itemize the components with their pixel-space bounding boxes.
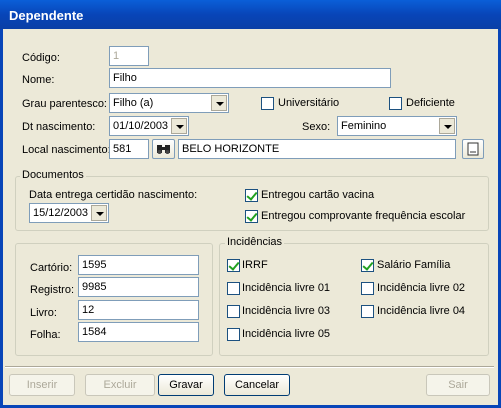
dt-nascimento-picker[interactable]: 01/10/2003 (109, 116, 189, 136)
divider (5, 366, 494, 368)
registro-field[interactable]: 9985 (78, 277, 199, 297)
gravar-button[interactable]: Gravar (158, 374, 214, 396)
data-entrega-picker[interactable]: 15/12/2003 (29, 203, 109, 223)
irrf-checkbox[interactable] (227, 259, 240, 272)
chevron-down-icon[interactable] (211, 95, 227, 111)
binoculars-icon (157, 145, 170, 154)
codigo-label: Código: (22, 52, 60, 64)
sexo-label: Sexo: (302, 121, 331, 133)
sexo-select[interactable]: Feminino (337, 116, 457, 136)
registro-label: Registro: (30, 284, 75, 296)
window-title: Dependente (0, 0, 501, 29)
incidencia-livre-01-label: Incidência livre 01 (242, 282, 331, 294)
dt-nascimento-label: Dt nascimento: (22, 121, 96, 133)
incidencia-livre-05-label: Incidência livre 05 (242, 328, 331, 340)
incidencia-livre-02-checkbox[interactable] (361, 282, 374, 295)
salario-familia-label: Salário Família (377, 259, 451, 271)
data-entrega-value: 15/12/2003 (33, 207, 89, 219)
local-code-field[interactable]: 581 (109, 139, 149, 159)
incidencias-title: Incidências (225, 236, 285, 248)
frequencia-escolar-label: Entregou comprovante frequência escolar (261, 210, 466, 222)
inserir-button[interactable]: Inserir (9, 374, 75, 396)
incidencia-livre-03-checkbox[interactable] (227, 305, 240, 318)
excluir-button[interactable]: Excluir (85, 374, 155, 396)
salario-familia-checkbox[interactable] (361, 259, 374, 272)
grau-parentesco-value: Filho (a) (113, 97, 154, 109)
cartorio-field[interactable]: 1595 (78, 255, 199, 275)
chevron-down-icon[interactable] (171, 118, 187, 134)
search-button[interactable] (152, 139, 175, 159)
folha-label: Folha: (30, 329, 61, 341)
incidencia-livre-01-checkbox[interactable] (227, 282, 240, 295)
incidencia-livre-03-label: Incidência livre 03 (242, 305, 331, 317)
folha-field[interactable]: 1584 (78, 322, 199, 342)
cartorio-label: Cartório: (30, 262, 73, 274)
incidencia-livre-05-checkbox[interactable] (227, 328, 240, 341)
universitario-label: Universitário (278, 97, 340, 109)
frequencia-escolar-checkbox[interactable] (245, 210, 258, 223)
data-entrega-label: Data entrega certidão nascimento: (29, 189, 198, 201)
nome-label: Nome: (22, 74, 55, 86)
chevron-down-icon[interactable] (91, 205, 107, 221)
grau-parentesco-label: Grau parentesco: (22, 98, 107, 110)
local-name-field[interactable]: BELO HORIZONTE (178, 139, 456, 159)
sair-button[interactable]: Sair (426, 374, 490, 396)
incidencia-livre-02-label: Incidência livre 02 (377, 282, 466, 294)
livro-field[interactable]: 12 (78, 300, 199, 320)
dt-nascimento-value: 01/10/2003 (113, 120, 169, 132)
cartao-vacina-checkbox[interactable] (245, 189, 258, 202)
incidencia-livre-04-label: Incidência livre 04 (377, 305, 466, 317)
nome-field[interactable]: Filho (109, 68, 391, 88)
deficiente-label: Deficiente (406, 97, 455, 109)
local-nascimento-label: Local nascimento: (22, 144, 111, 156)
documentos-title: Documentos (20, 169, 86, 181)
livro-label: Livro: (30, 307, 57, 319)
codigo-field[interactable]: 1 (109, 46, 149, 66)
irrf-label: IRRF (242, 259, 268, 271)
chevron-down-icon[interactable] (439, 118, 455, 134)
cartao-vacina-label: Entregou cartão vacina (261, 189, 375, 201)
universitario-checkbox[interactable] (261, 97, 274, 110)
incidencia-livre-04-checkbox[interactable] (361, 305, 374, 318)
document-icon (467, 142, 479, 156)
sexo-value: Feminino (341, 120, 387, 132)
cancelar-button[interactable]: Cancelar (224, 374, 290, 396)
grau-parentesco-select[interactable]: Filho (a) (109, 93, 229, 113)
lookup-button[interactable] (462, 139, 484, 159)
deficiente-checkbox[interactable] (389, 97, 402, 110)
